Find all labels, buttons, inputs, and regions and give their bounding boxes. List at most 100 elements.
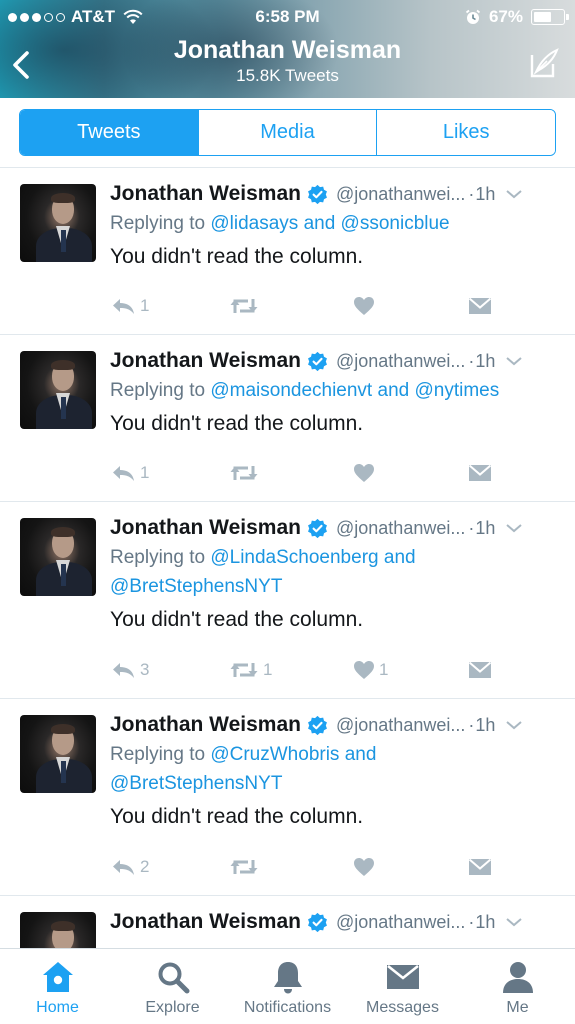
retweet-button[interactable] [229,855,263,879]
reply-button[interactable]: 2 [110,855,149,879]
bottom-tab-bar: Home Explore Notifications Messages Me [0,948,575,1024]
reply-icon [113,663,134,678]
status-bar: AT&T 6:58 PM 67% [0,0,575,34]
tweet-text: You didn't read the column. [110,805,364,828]
heart-icon [354,297,374,315]
reply-icon [113,299,134,314]
direct-message-button[interactable] [468,658,492,682]
tab-me-label: Me [506,999,529,1016]
reply-and: and [344,744,377,765]
tab-likes[interactable]: Likes [377,110,555,155]
tab-home[interactable]: Home [0,949,115,1024]
chevron-down-icon[interactable] [505,188,523,200]
avatar[interactable] [20,715,96,793]
person-icon [502,962,533,993]
tweet-actions: 1 [110,294,575,318]
envelope-icon [386,964,419,989]
direct-message-button[interactable] [468,461,492,485]
reply-and: and [377,380,410,401]
retweet-icon [230,860,258,874]
mention-link[interactable]: @maisondechienvt [210,380,372,401]
tweet[interactable]: Jonathan Weisman @jonathanwei... · 1h Re… [0,699,575,896]
tweet-actions: 2 [110,855,575,879]
tweet-separator: · [468,911,475,932]
tweet[interactable]: Jonathan Weisman @jonathanwei... · 1h Re… [0,335,575,502]
tweet-actions: 3 1 1 [110,658,575,682]
tweet-body: Jonathan Weisman @jonathanwei... · 1h Re… [110,347,561,437]
status-bar-right: 67% [465,7,569,27]
tweet-author-name[interactable]: Jonathan Weisman [110,713,301,737]
tweet-author-name[interactable]: Jonathan Weisman [110,516,301,540]
compose-tweet-icon[interactable] [527,46,561,80]
reply-count: 1 [140,296,150,315]
like-button[interactable] [353,461,379,485]
reply-button[interactable]: 1 [110,294,149,318]
tab-media[interactable]: Media [198,110,378,155]
avatar[interactable] [20,351,96,429]
retweet-count: 1 [263,660,273,679]
tweet-timeline[interactable]: Jonathan Weisman @jonathanwei... · 1h Re… [0,168,575,948]
mention-link[interactable]: @ssonicblue [341,213,450,234]
tweet-separator: · [468,183,475,204]
reply-and: and [383,547,416,568]
tab-tweets[interactable]: Tweets [20,110,199,155]
reply-button[interactable]: 1 [110,461,149,485]
tweet-separator: · [468,714,475,735]
reply-count: 2 [140,857,150,876]
reply-count: 1 [140,463,150,482]
chevron-down-icon[interactable] [505,522,523,534]
mention-link[interactable]: @nytimes [414,380,499,401]
verified-badge-icon [308,351,327,371]
direct-message-button[interactable] [468,294,492,318]
search-icon [158,962,189,994]
tweet-timestamp: 1h [475,714,496,735]
tweet-author-name[interactable]: Jonathan Weisman [110,910,301,934]
chevron-down-icon[interactable] [505,719,523,731]
battery-percent: 67% [488,7,523,26]
avatar[interactable] [20,912,96,948]
tweet-text: You didn't read the column. [110,412,364,435]
mention-link[interactable]: @lidasays [210,213,298,234]
retweet-button[interactable] [229,294,263,318]
tweet[interactable]: Jonathan Weisman @jonathanwei... · 1h Re… [0,168,575,335]
tweet-author-name[interactable]: Jonathan Weisman [110,349,301,373]
mention-link[interactable]: @BretStephensNYT [110,576,282,597]
reply-context: Replying to @LindaSchoenberg and @BretSte… [110,543,561,601]
tab-explore[interactable]: Explore [115,949,230,1024]
tweet[interactable]: Jonathan Weisman @jonathanwei... · 1h Re… [0,502,575,699]
battery-icon [531,9,569,25]
mention-link[interactable]: @CruzWhobris [210,744,339,765]
home-icon [42,962,73,992]
retweet-button[interactable] [229,461,263,485]
envelope-icon [468,464,492,481]
tweet-actions: 1 [110,461,575,485]
tweet-body: Jonathan Weisman @jonathanwei... · 1h [110,908,561,936]
tab-notifications[interactable]: Notifications [230,949,345,1024]
avatar[interactable] [20,518,96,596]
direct-message-button[interactable] [468,855,492,879]
avatar[interactable] [20,184,96,262]
tweet-header: Jonathan Weisman @jonathanwei... · 1h [110,908,561,936]
tab-messages[interactable]: Messages [345,949,460,1024]
like-button[interactable] [353,294,379,318]
tweet[interactable]: Jonathan Weisman @jonathanwei... · 1h [0,896,575,948]
heart-icon [354,464,374,482]
tab-me[interactable]: Me [460,949,575,1024]
verified-badge-icon [308,184,327,204]
mention-link[interactable]: @BretStephensNYT [110,773,282,794]
envelope-icon [468,297,492,314]
retweet-button[interactable]: 1 [229,658,272,682]
mention-link[interactable]: @LindaSchoenberg [210,547,378,568]
tweet-body: Jonathan Weisman @jonathanwei... · 1h Re… [110,180,561,270]
reply-prefix: Replying to [110,380,206,401]
reply-prefix: Replying to [110,744,206,765]
retweet-icon [230,299,258,313]
chevron-down-icon[interactable] [505,355,523,367]
like-button[interactable] [353,855,379,879]
like-button[interactable]: 1 [353,658,388,682]
reply-button[interactable]: 3 [110,658,149,682]
chevron-down-icon[interactable] [505,916,523,928]
reply-context: Replying to @maisondechienvt and @nytime… [110,376,561,405]
tweet-author-name[interactable]: Jonathan Weisman [110,182,301,206]
tweet-timestamp: 1h [475,350,496,371]
